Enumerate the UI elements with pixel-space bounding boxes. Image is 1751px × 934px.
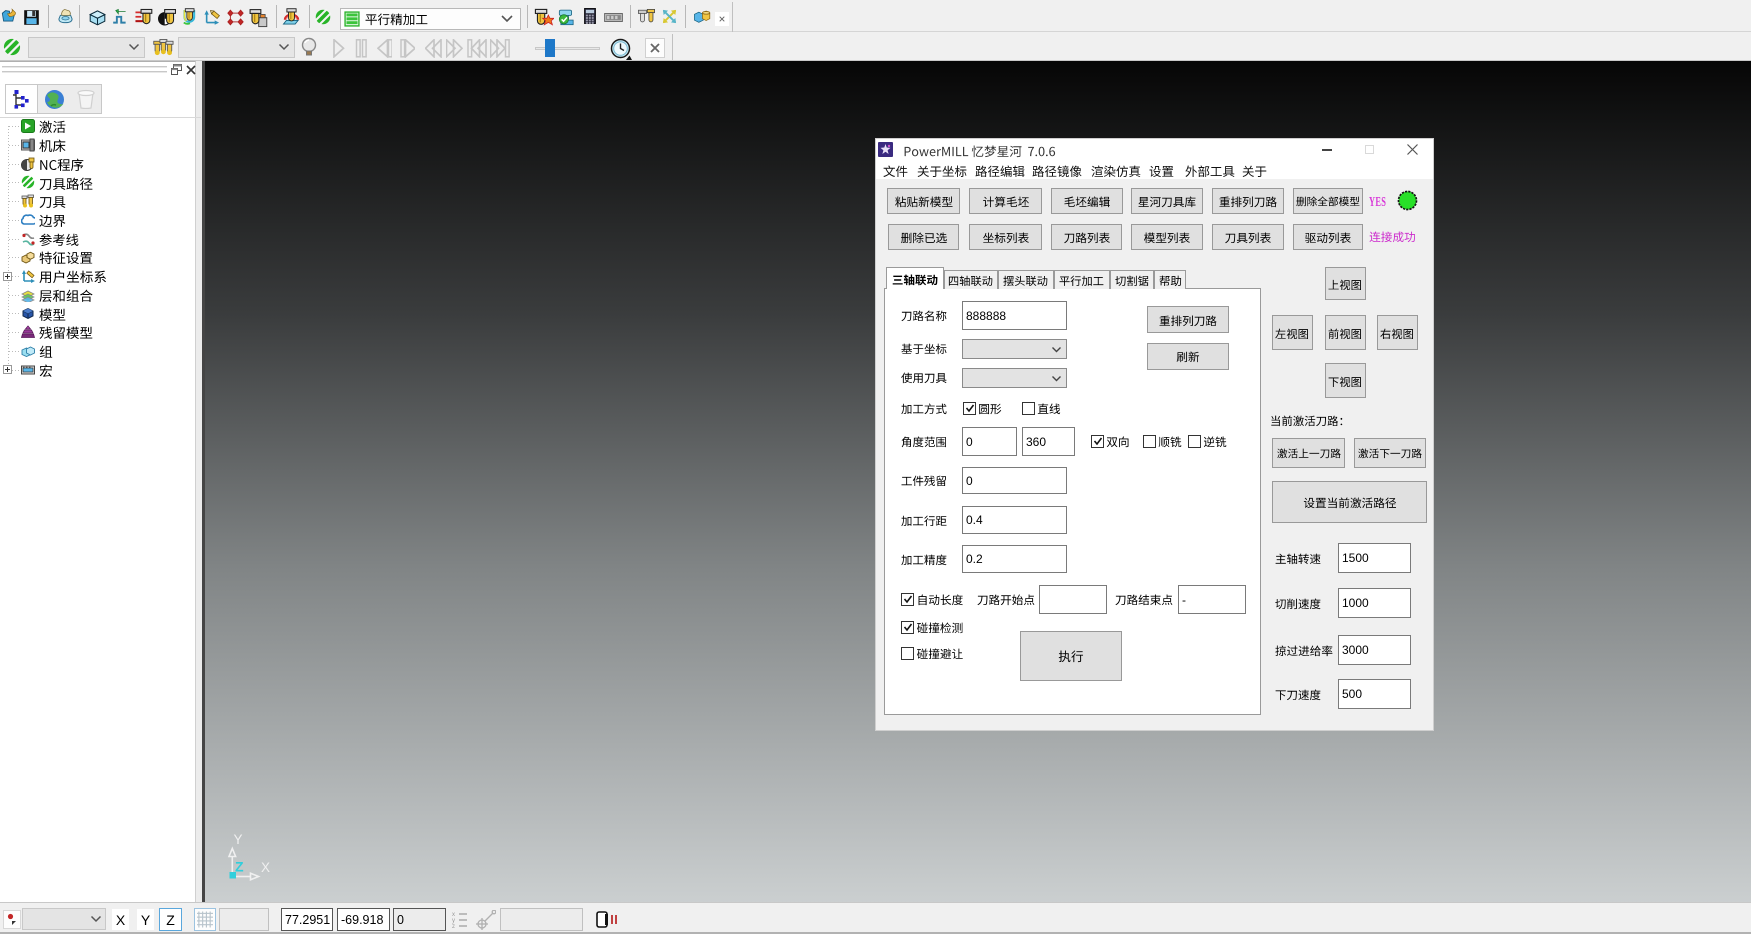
- svg-text:Y: Y: [234, 832, 243, 847]
- svg-text:z: z: [452, 924, 455, 929]
- svg-text:Z: Z: [235, 859, 244, 875]
- svg-text:X: X: [261, 860, 270, 875]
